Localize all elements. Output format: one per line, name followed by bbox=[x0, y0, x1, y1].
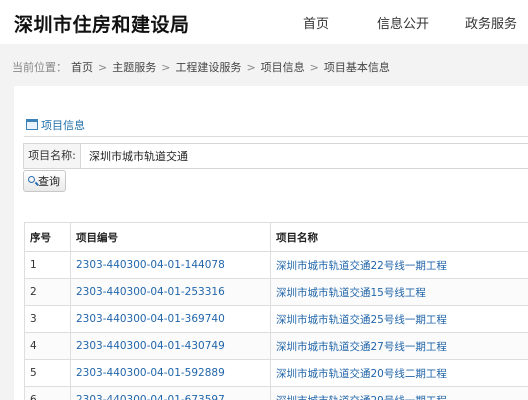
project-code-link[interactable]: 2303-440300-04-01-430749 bbox=[70, 332, 271, 360]
nav-home[interactable]: 首页 bbox=[303, 13, 329, 32]
breadcrumb-separator: > bbox=[98, 61, 108, 74]
breadcrumb-home[interactable]: 首页 bbox=[71, 61, 93, 74]
project-name-link[interactable]: 深圳市城市轨道交通29号线一期工程 bbox=[270, 386, 528, 400]
table-header-row: 序号 项目编号 项目名称 bbox=[24, 222, 528, 252]
project-name-link[interactable]: 深圳市城市轨道交通20号线二期工程 bbox=[270, 359, 528, 387]
table-row: 5 2303-440300-04-01-592889 深圳市城市轨道交通20号线… bbox=[24, 359, 528, 387]
breadcrumb: 当前位置： 首页 > 主题服务 > 工程建设服务 > 项目信息 > 项目基本信息 bbox=[12, 59, 528, 75]
column-header-project-code: 项目编号 bbox=[70, 222, 271, 252]
project-name-link[interactable]: 深圳市城市轨道交通15号线工程 bbox=[270, 278, 528, 306]
query-button[interactable]: 查询 bbox=[23, 170, 66, 192]
search-form-row: 项目名称: bbox=[23, 143, 528, 169]
site-title[interactable]: 深圳市住房和建设局 bbox=[14, 10, 190, 37]
row-index: 5 bbox=[24, 359, 71, 387]
column-header-project-name: 项目名称 bbox=[270, 222, 528, 252]
breadcrumb-separator: > bbox=[246, 61, 256, 74]
project-code-link[interactable]: 2303-440300-04-01-144078 bbox=[70, 251, 271, 279]
table-row: 4 2303-440300-04-01-430749 深圳市城市轨道交通27号线… bbox=[24, 332, 528, 360]
project-name-link[interactable]: 深圳市城市轨道交通22号线一期工程 bbox=[270, 251, 528, 279]
divider bbox=[24, 136, 528, 137]
project-code-link[interactable]: 2303-440300-04-01-673597 bbox=[70, 386, 271, 400]
project-code-link[interactable]: 2303-440300-04-01-253316 bbox=[70, 278, 271, 306]
project-name-label: 项目名称: bbox=[24, 144, 81, 168]
project-name-link[interactable]: 深圳市城市轨道交通25号线一期工程 bbox=[270, 305, 528, 333]
project-name-link[interactable]: 深圳市城市轨道交通27号线一期工程 bbox=[270, 332, 528, 360]
row-index: 1 bbox=[24, 251, 71, 279]
header-bar: 深圳市住房和建设局 首页 信息公开 政务服务 bbox=[0, 0, 528, 44]
content-panel: 项目信息 项目名称: 查询 序号 项目编号 项目名称 1 2303-440300… bbox=[14, 86, 528, 400]
table-row: 6 2303-440300-04-01-673597 深圳市城市轨道交通29号线… bbox=[24, 386, 528, 400]
search-icon bbox=[28, 176, 35, 183]
table-row: 2 2303-440300-04-01-253316 深圳市城市轨道交通15号线… bbox=[24, 278, 528, 306]
project-name-input[interactable] bbox=[81, 144, 528, 168]
breadcrumb-project-info[interactable]: 项目信息 bbox=[261, 61, 305, 74]
panel-title: 项目信息 bbox=[26, 117, 85, 133]
query-button-label: 查询 bbox=[38, 175, 60, 188]
project-code-link[interactable]: 2303-440300-04-01-592889 bbox=[70, 359, 271, 387]
table-row: 1 2303-440300-04-01-144078 深圳市城市轨道交通22号线… bbox=[24, 251, 528, 279]
window-icon bbox=[26, 119, 38, 130]
project-code-link[interactable]: 2303-440300-04-01-369740 bbox=[70, 305, 271, 333]
breadcrumb-separator: > bbox=[161, 61, 171, 74]
row-index: 6 bbox=[24, 386, 71, 400]
column-header-index: 序号 bbox=[24, 222, 71, 252]
nav-gov-services[interactable]: 政务服务 bbox=[465, 13, 517, 32]
row-index: 3 bbox=[24, 305, 71, 333]
nav-info-public[interactable]: 信息公开 bbox=[377, 13, 429, 32]
breadcrumb-separator: > bbox=[309, 61, 319, 74]
breadcrumb-project-basic-info[interactable]: 项目基本信息 bbox=[324, 61, 390, 74]
breadcrumb-construction-services[interactable]: 工程建设服务 bbox=[175, 61, 241, 74]
breadcrumb-theme-services[interactable]: 主题服务 bbox=[112, 61, 156, 74]
breadcrumb-label: 当前位置： bbox=[12, 61, 67, 74]
panel-title-text: 项目信息 bbox=[41, 119, 85, 132]
table-row: 3 2303-440300-04-01-369740 深圳市城市轨道交通25号线… bbox=[24, 305, 528, 333]
results-table: 序号 项目编号 项目名称 1 2303-440300-04-01-144078 … bbox=[24, 222, 528, 400]
row-index: 2 bbox=[24, 278, 71, 306]
row-index: 4 bbox=[24, 332, 71, 360]
